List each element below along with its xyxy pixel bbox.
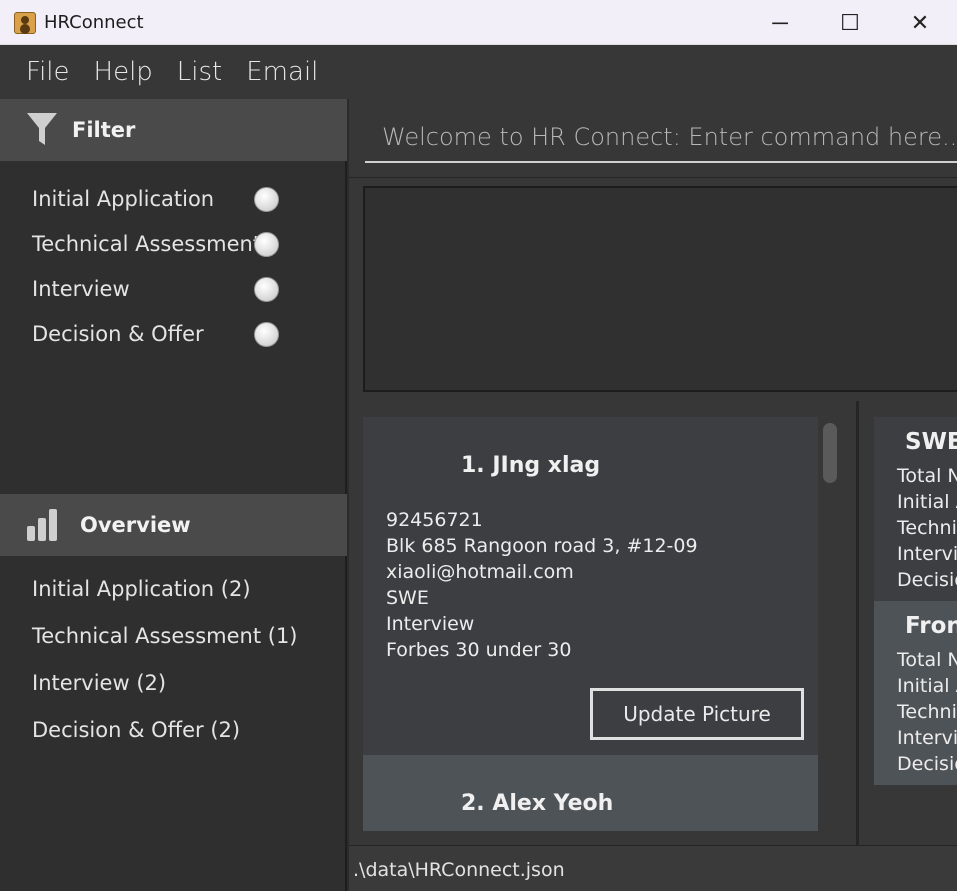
job-stat-line: Total N [897, 649, 957, 671]
job-stat-line: Decisio [897, 753, 957, 775]
applicant-stage: Interview [386, 613, 475, 635]
menu-list[interactable]: List [177, 57, 222, 87]
job-stat-card: Fron Total N Initial A Techni Intervie D… [874, 601, 957, 785]
job-stat-lines: Total N Initial A Techni Intervie Decisi… [897, 649, 957, 779]
command-input[interactable] [365, 113, 957, 163]
job-stat-card: SWE Total N Initial A Techni Intervie De… [874, 417, 957, 601]
menu-bar: File Help List Email [0, 45, 957, 99]
minimize-button[interactable]: ─ [757, 0, 803, 45]
overview-item-technical-assessment: Technical Assessment (1) [32, 624, 298, 648]
applicant-tag: Forbes 30 under 30 [386, 639, 572, 661]
status-bar: .\data\HRConnect.json [349, 845, 957, 891]
job-stat-line: Intervie [897, 727, 957, 749]
applicant-email: xiaoli@hotmail.com [386, 561, 574, 583]
job-stat-line: Techni [897, 701, 957, 723]
window-title: HRConnect [44, 12, 144, 33]
applicant-name: 1. JIng xlag [461, 453, 601, 478]
result-area [349, 177, 957, 401]
applicant-address: Blk 685 Rangoon road 3, #12-09 [386, 535, 698, 557]
menu-help[interactable]: Help [94, 57, 153, 87]
job-stat-line: Initial A [897, 675, 957, 697]
filter-title: Filter [72, 118, 136, 142]
filter-option-label: Decision & Offer [32, 322, 204, 346]
command-area [349, 99, 957, 177]
overview-item-initial-application: Initial Application (2) [32, 577, 251, 601]
applicant-name: 2. Alex Yeoh [461, 791, 614, 816]
result-display [363, 186, 957, 392]
job-stat-lines: Total N Initial A Techni Intervie Decisi… [897, 465, 957, 595]
close-button[interactable]: ✕ [897, 0, 943, 45]
filter-header: Filter [0, 99, 347, 161]
overview-title: Overview [80, 513, 191, 537]
contact-card-icon [14, 12, 36, 34]
filter-radio[interactable] [254, 277, 279, 302]
job-stat-line: Intervie [897, 543, 957, 565]
filter-option-label: Initial Application [32, 187, 215, 211]
filter-option-label: Technical Assessment [32, 232, 262, 256]
job-stat-line: Initial A [897, 491, 957, 513]
filter-option-label: Interview [32, 277, 130, 301]
overview-item-interview: Interview (2) [32, 671, 167, 695]
overview-list: Initial Application (2) Technical Assess… [32, 577, 298, 765]
applicant-role: SWE [386, 587, 429, 609]
job-stat-title: Fron [905, 613, 957, 639]
filter-list: Initial Application Technical Assessment… [0, 177, 347, 357]
save-file-path: .\data\HRConnect.json [353, 859, 565, 881]
bar-chart-icon [27, 509, 57, 541]
update-picture-button[interactable]: Update Picture [590, 688, 804, 740]
applicant-card[interactable]: 2. Alex Yeoh [363, 755, 818, 831]
menu-email[interactable]: Email [246, 57, 318, 87]
filter-option-technical-assessment[interactable]: Technical Assessment [0, 222, 347, 267]
funnel-icon [27, 113, 57, 145]
filter-radio[interactable] [254, 322, 279, 347]
filter-option-interview[interactable]: Interview [0, 267, 347, 312]
filter-option-initial-application[interactable]: Initial Application [0, 177, 347, 222]
applicant-details: 92456721 Blk 685 Rangoon road 3, #12-09 … [386, 509, 698, 665]
filter-option-decision-offer[interactable]: Decision & Offer [0, 312, 347, 357]
job-stat-title: SWE [905, 429, 957, 455]
filter-radio[interactable] [254, 232, 279, 257]
job-stat-line: Total N [897, 465, 957, 487]
applicant-card[interactable]: 1. JIng xlag 92456721 Blk 685 Rangoon ro… [363, 417, 818, 755]
job-stats-panel: SWE Total N Initial A Techni Intervie De… [859, 401, 957, 845]
overview-item-decision-offer: Decision & Offer (2) [32, 718, 241, 742]
job-stat-line: Techni [897, 517, 957, 539]
menu-file[interactable]: File [26, 57, 70, 87]
filter-radio[interactable] [254, 187, 279, 212]
title-bar: HRConnect ─ ☐ ✕ [0, 0, 957, 45]
overview-header: Overview [0, 494, 347, 556]
applicant-list[interactable]: 1. JIng xlag 92456721 Blk 685 Rangoon ro… [349, 401, 856, 845]
job-stat-line: Decisio [897, 569, 957, 591]
list-scrollbar[interactable] [823, 423, 837, 483]
maximize-button[interactable]: ☐ [827, 0, 873, 45]
applicant-phone: 92456721 [386, 509, 483, 531]
sidebar: Filter Initial Application Technical Ass… [0, 99, 347, 891]
